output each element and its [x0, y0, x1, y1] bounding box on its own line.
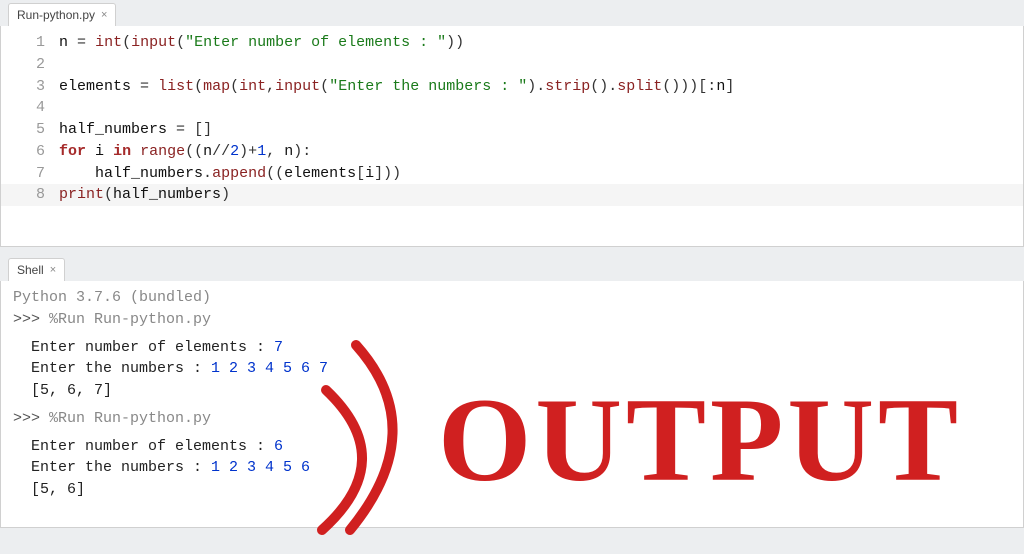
code-content: print(half_numbers) [59, 184, 230, 206]
line-number: 3 [1, 76, 59, 98]
line-number: 7 [1, 163, 59, 185]
pane-separator [0, 247, 1024, 255]
code-content: n = int(input("Enter number of elements … [59, 32, 464, 54]
line-number: 5 [1, 119, 59, 141]
shell-line: >>> %Run Run-python.py [13, 408, 1011, 430]
editor-tab-bar: Run-python.py × [0, 0, 1024, 26]
line-number: 4 [1, 97, 59, 119]
code-content [59, 54, 68, 76]
code-line[interactable]: 4 [1, 97, 1023, 119]
line-number: 1 [1, 32, 59, 54]
code-line[interactable]: 6for i in range((n//2)+1, n): [1, 141, 1023, 163]
code-content [59, 97, 68, 119]
line-number: 8 [1, 184, 59, 206]
code-line[interactable]: 5half_numbers = [] [1, 119, 1023, 141]
shell-io-line: Enter the numbers : 1 2 3 4 5 6 7 [31, 358, 1011, 380]
code-content: for i in range((n//2)+1, n): [59, 141, 311, 163]
shell-result: [5, 6] [31, 479, 1011, 501]
shell-session-output: Enter number of elements : 6Enter the nu… [13, 430, 1011, 501]
code-line[interactable]: 8print(half_numbers) [1, 184, 1023, 206]
line-number: 6 [1, 141, 59, 163]
shell-tab-label: Shell [17, 263, 44, 277]
code-line[interactable]: 3elements = list(map(int,input("Enter th… [1, 76, 1023, 98]
shell-session-output: Enter number of elements : 7Enter the nu… [13, 331, 1011, 402]
code-editor[interactable]: 1n = int(input("Enter number of elements… [0, 26, 1024, 247]
code-content: elements = list(map(int,input("Enter the… [59, 76, 734, 98]
code-line[interactable]: 7 half_numbers.append((elements[i])) [1, 163, 1023, 185]
code-content: half_numbers = [] [59, 119, 212, 141]
editor-tab[interactable]: Run-python.py × [8, 3, 116, 26]
close-icon[interactable]: × [101, 9, 107, 21]
code-line[interactable]: 2 [1, 54, 1023, 76]
shell-result: [5, 6, 7] [31, 380, 1011, 402]
line-number: 2 [1, 54, 59, 76]
shell-io-line: Enter the numbers : 1 2 3 4 5 6 [31, 457, 1011, 479]
close-icon[interactable]: × [50, 264, 56, 276]
shell-line: >>> %Run Run-python.py [13, 309, 1011, 331]
code-line[interactable]: 1n = int(input("Enter number of elements… [1, 32, 1023, 54]
code-content: half_numbers.append((elements[i])) [59, 163, 401, 185]
shell-io-line: Enter number of elements : 6 [31, 436, 1011, 458]
editor-tab-label: Run-python.py [17, 8, 95, 22]
shell-tab-bar: Shell × [0, 255, 1024, 281]
shell-output[interactable]: Python 3.7.6 (bundled)>>> %Run Run-pytho… [0, 281, 1024, 528]
shell-io-line: Enter number of elements : 7 [31, 337, 1011, 359]
shell-line: Python 3.7.6 (bundled) [13, 287, 1011, 309]
shell-tab[interactable]: Shell × [8, 258, 65, 281]
